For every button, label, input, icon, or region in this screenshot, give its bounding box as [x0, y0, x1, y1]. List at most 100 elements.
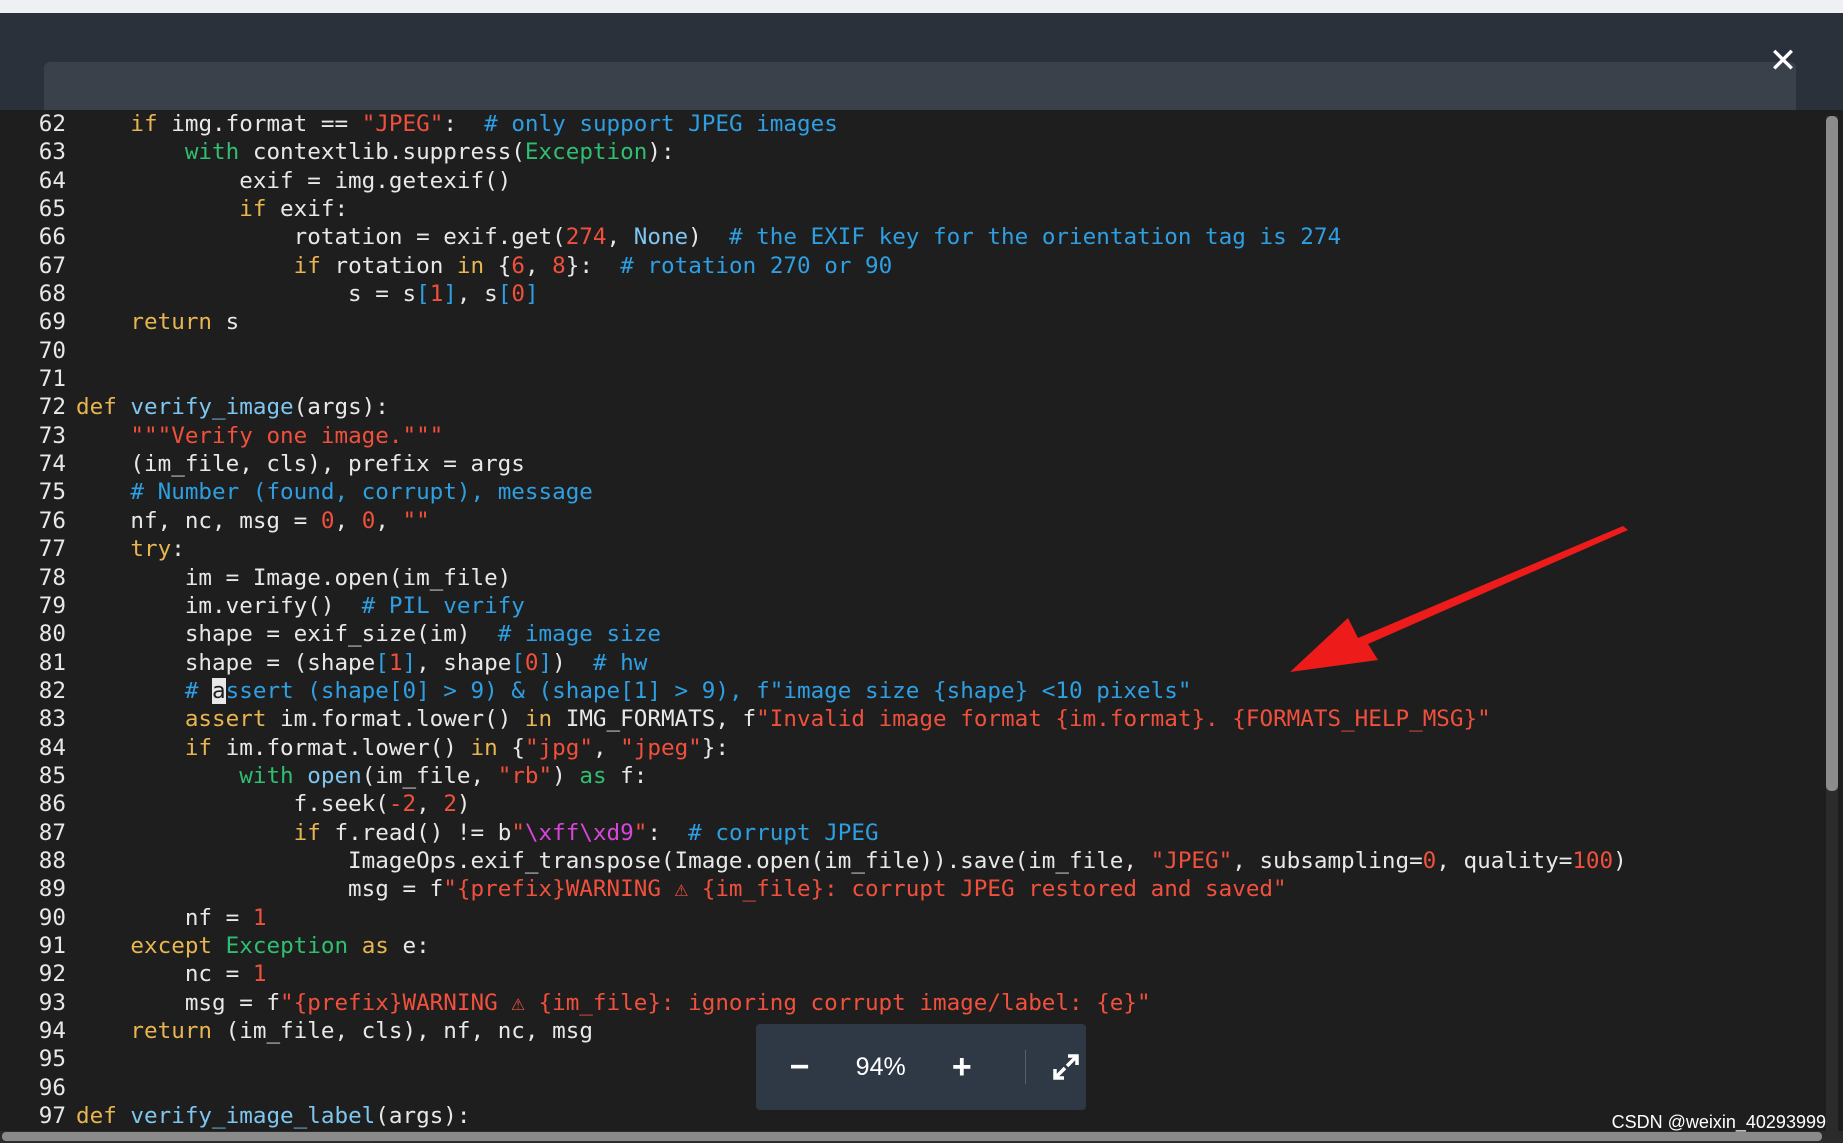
code-token: , s	[456, 281, 498, 308]
code-token: 0	[320, 507, 335, 534]
code-token: }:	[701, 734, 730, 761]
code-token: nf, nc, msg =	[76, 507, 321, 534]
code-text: msg = f"{prefix}WARNING ⚠ {im_file}: cor…	[76, 876, 1287, 902]
code-token: im = Image.open(im_file)	[76, 564, 512, 591]
code-token: rotation = exif.get(	[76, 224, 566, 251]
code-token: with	[239, 762, 294, 789]
code-token: f:	[606, 762, 648, 789]
code-token: 0	[361, 507, 376, 534]
line-number: 81	[38, 649, 66, 676]
code-token: 0	[511, 281, 525, 308]
code-line: 93 msg = f"{prefix}WARNING ⚠ {im_file}: …	[10, 989, 1820, 1017]
code-line: 84 if im.format.lower() in {"jpg", "jpeg…	[10, 734, 1820, 762]
code-token: exif = img.getexif()	[76, 167, 512, 194]
line-number: 78	[38, 564, 66, 591]
zoom-in-button[interactable]: +	[918, 1024, 1005, 1110]
line-number: 94	[38, 1018, 66, 1044]
code-token: rotation	[320, 252, 457, 279]
code-text: (im_file, cls), prefix = args	[76, 451, 524, 477]
code-token: [	[375, 649, 389, 676]
line-number: 67	[38, 252, 66, 279]
code-line: 64 exif = img.getexif()	[10, 167, 1820, 195]
code-token: in	[524, 706, 553, 733]
line-number: 74	[38, 451, 66, 478]
line-number: 85	[38, 762, 66, 789]
code-token: """Verify one image."""	[130, 422, 444, 449]
code-line: 92 nc = 1	[10, 960, 1820, 988]
code-token: -2	[388, 791, 417, 818]
code-token: s	[212, 309, 240, 336]
code-token: )	[552, 762, 580, 789]
code-token: :	[171, 536, 185, 563]
code-token: ssert (shape[0] > 9) & (shape[1] > 9), f…	[225, 677, 1192, 704]
code-token: img.format ==	[157, 111, 362, 137]
code-line: 85 with open(im_file, "rb") as f:	[10, 762, 1820, 790]
code-text: # Number (found, corrupt), message	[76, 479, 593, 505]
code-token: {	[484, 252, 512, 279]
code-text: msg = f"{prefix}WARNING ⚠ {im_file}: ign…	[76, 990, 1151, 1016]
code-token: try	[130, 536, 172, 563]
code-token: contextlib.suppress(	[239, 139, 525, 166]
code-token: msg = f	[76, 989, 281, 1016]
code-token: # Number (found, corrupt), message	[130, 479, 593, 506]
line-number: 87	[38, 819, 66, 846]
line-number: 75	[38, 479, 66, 506]
fullscreen-button[interactable]	[1046, 1024, 1086, 1110]
code-token: f.read() != b	[320, 819, 512, 846]
code-token: if	[293, 252, 321, 279]
line-number: 88	[38, 847, 66, 874]
line-number: 71	[38, 366, 66, 393]
code-text: if im.format.lower() in {"jpg", "jpeg"}:	[76, 735, 729, 761]
vertical-scrollbar-thumb[interactable]	[1826, 116, 1838, 791]
code-token: nc =	[76, 961, 253, 988]
code-token: (args):	[293, 394, 389, 421]
expand-icon	[1053, 1054, 1079, 1080]
code-token: ]	[402, 649, 417, 676]
zoom-out-button[interactable]: −	[756, 1024, 843, 1110]
code-text: def verify_image(args):	[76, 394, 389, 420]
code-token: )	[688, 224, 729, 251]
line-number: 83	[38, 706, 66, 733]
code-token: )	[552, 649, 593, 676]
line-number: 72	[38, 394, 66, 421]
code-token: 100	[1572, 847, 1614, 874]
code-token: , shape	[416, 649, 512, 676]
code-text: except Exception as e:	[76, 932, 430, 959]
code-token: open	[307, 762, 362, 789]
horizontal-scrollbar-thumb[interactable]	[2, 1132, 1822, 1141]
line-number: 80	[38, 621, 66, 648]
code-text: with open(im_file, "rb") as f:	[76, 763, 647, 789]
code-token: (im_file, cls), nf, nc, msg	[212, 1018, 593, 1044]
toolbar-divider	[1025, 1050, 1027, 1084]
close-button[interactable]: ✕	[1766, 44, 1800, 78]
code-text: shape = (shape[1], shape[0]) # hw	[76, 649, 648, 676]
code-token: e:	[388, 932, 430, 959]
code-token: (args):	[375, 1103, 471, 1130]
code-token: (im_file,	[361, 762, 498, 789]
code-token: "{prefix}WARNING ⚠ {im_file}: ignoring c…	[280, 989, 1151, 1016]
code-token: 1	[252, 904, 267, 931]
code-token: return	[130, 309, 213, 336]
code-token: im.verify()	[76, 592, 362, 619]
code-token: shape = (shape	[76, 649, 376, 676]
code-text: im.verify() # PIL verify	[76, 593, 525, 619]
code-line: 73 """Verify one image."""	[10, 422, 1820, 450]
code-token: "	[511, 819, 525, 846]
code-token: im.format.lower()	[212, 734, 471, 761]
code-token: exif:	[266, 196, 349, 223]
line-number: 84	[38, 734, 66, 761]
zoom-toolbar: − 94% +	[756, 1024, 1086, 1110]
code-line: 65 if exif:	[10, 195, 1820, 223]
code-token: , subsampling=	[1232, 847, 1423, 874]
code-token: ImageOps.exif_transpose(Image.open(im_fi…	[76, 847, 1151, 874]
line-number: 73	[38, 422, 66, 449]
code-token: # image size	[497, 621, 661, 648]
